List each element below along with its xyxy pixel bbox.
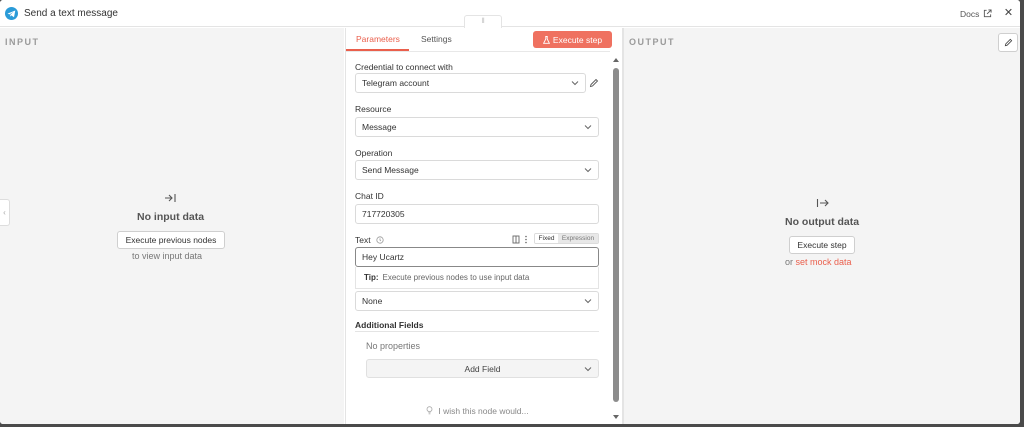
collapse-left-handle[interactable]: ‹ — [0, 199, 10, 226]
add-field-select[interactable]: Add Field — [366, 359, 599, 378]
execute-previous-nodes-button[interactable]: Execute previous nodes — [117, 231, 225, 249]
flask-icon — [542, 35, 550, 44]
edit-output-button[interactable] — [998, 33, 1018, 52]
operation-select[interactable]: Send Message — [355, 160, 599, 180]
tabs-divider — [346, 51, 610, 52]
telegram-logo-icon — [5, 7, 18, 20]
book-icon[interactable] — [512, 235, 520, 244]
additional-fields-title: Additional Fields — [355, 320, 424, 330]
external-link-icon[interactable] — [983, 9, 992, 18]
tip-box: Tip: Execute previous nodes to use input… — [355, 267, 599, 289]
tip-prefix: Tip: — [364, 273, 379, 282]
modal-header: Send a text message Docs ✕ — [0, 0, 1020, 27]
output-execute-step-button[interactable]: Execute step — [789, 236, 855, 254]
input-panel — [0, 28, 344, 424]
edit-credential-icon[interactable] — [589, 78, 599, 88]
mock-data-row: or set mock data — [785, 257, 852, 267]
close-icon[interactable]: ✕ — [1003, 8, 1014, 19]
mode-expression[interactable]: Expression — [558, 234, 598, 243]
scroll-down-icon[interactable] — [612, 414, 620, 420]
resource-value: Message — [362, 122, 397, 132]
arrow-out-bar-icon — [816, 199, 829, 207]
execute-step-button[interactable]: Execute step — [533, 31, 612, 48]
chevron-down-icon — [584, 168, 592, 173]
input-hint: to view input data — [132, 251, 203, 261]
scroll-up-icon[interactable] — [612, 57, 620, 63]
more-vertical-icon[interactable] — [524, 235, 528, 244]
scrollbar-thumb[interactable] — [613, 68, 619, 402]
tab-settings[interactable]: Settings — [421, 34, 452, 44]
no-output-data-title: No output data — [785, 216, 860, 228]
resource-label: Resource — [355, 104, 392, 114]
pencil-icon — [1004, 38, 1012, 47]
info-circle-icon[interactable] — [376, 236, 384, 244]
set-mock-data-link[interactable]: set mock data — [796, 257, 852, 267]
fixed-expression-toggle[interactable]: Fixed Expression — [534, 233, 599, 244]
tab-parameters[interactable]: Parameters — [356, 34, 400, 44]
feedback-link[interactable]: I wish this node would... — [426, 406, 529, 416]
text-input[interactable]: Hey Ucartz — [355, 247, 599, 267]
text-value: Hey Ucartz — [362, 252, 405, 262]
chat-id-value: 717720305 — [362, 209, 405, 219]
no-properties-text: No properties — [366, 341, 421, 351]
additional-fields-divider — [355, 331, 599, 332]
credential-value: Telegram account — [362, 78, 430, 88]
node-title[interactable]: Send a text message — [24, 8, 118, 19]
output-panel-label: OUTPUT — [629, 37, 675, 47]
text-label-text: Text — [355, 235, 371, 245]
operation-label: Operation — [355, 148, 393, 158]
chat-id-label: Chat ID — [355, 191, 384, 201]
input-panel-label: INPUT — [5, 37, 40, 47]
chevron-down-icon — [571, 81, 579, 86]
operation-value: Send Message — [362, 165, 419, 175]
arrow-into-bar-icon — [165, 194, 176, 202]
node-modal: Send a text message Docs ✕ INPUT ‹ No in… — [0, 0, 1020, 424]
resource-select[interactable]: Message — [355, 117, 599, 137]
docs-link[interactable]: Docs — [960, 9, 979, 19]
text-label: Text — [355, 235, 384, 245]
credential-label: Credential to connect with — [355, 62, 453, 72]
parse-mode-value: None — [362, 296, 383, 306]
mode-fixed[interactable]: Fixed — [535, 234, 558, 243]
chevron-down-icon — [584, 367, 592, 372]
add-field-label: Add Field — [464, 363, 501, 374]
credential-select[interactable]: Telegram account — [355, 73, 586, 93]
panel-drag-handle[interactable]: ⦀ — [464, 15, 502, 28]
execute-step-label: Execute step — [552, 34, 603, 45]
chat-id-input[interactable]: 717720305 — [355, 204, 599, 224]
parse-mode-select[interactable]: None — [355, 291, 599, 311]
no-input-data-title: No input data — [137, 211, 205, 223]
chevron-down-icon — [584, 299, 592, 304]
or-text: or — [785, 257, 794, 267]
feedback-text: I wish this node would... — [438, 406, 529, 416]
lightbulb-icon — [426, 406, 433, 415]
tip-body: Execute previous nodes to use input data — [382, 273, 530, 282]
chevron-down-icon — [584, 125, 592, 130]
